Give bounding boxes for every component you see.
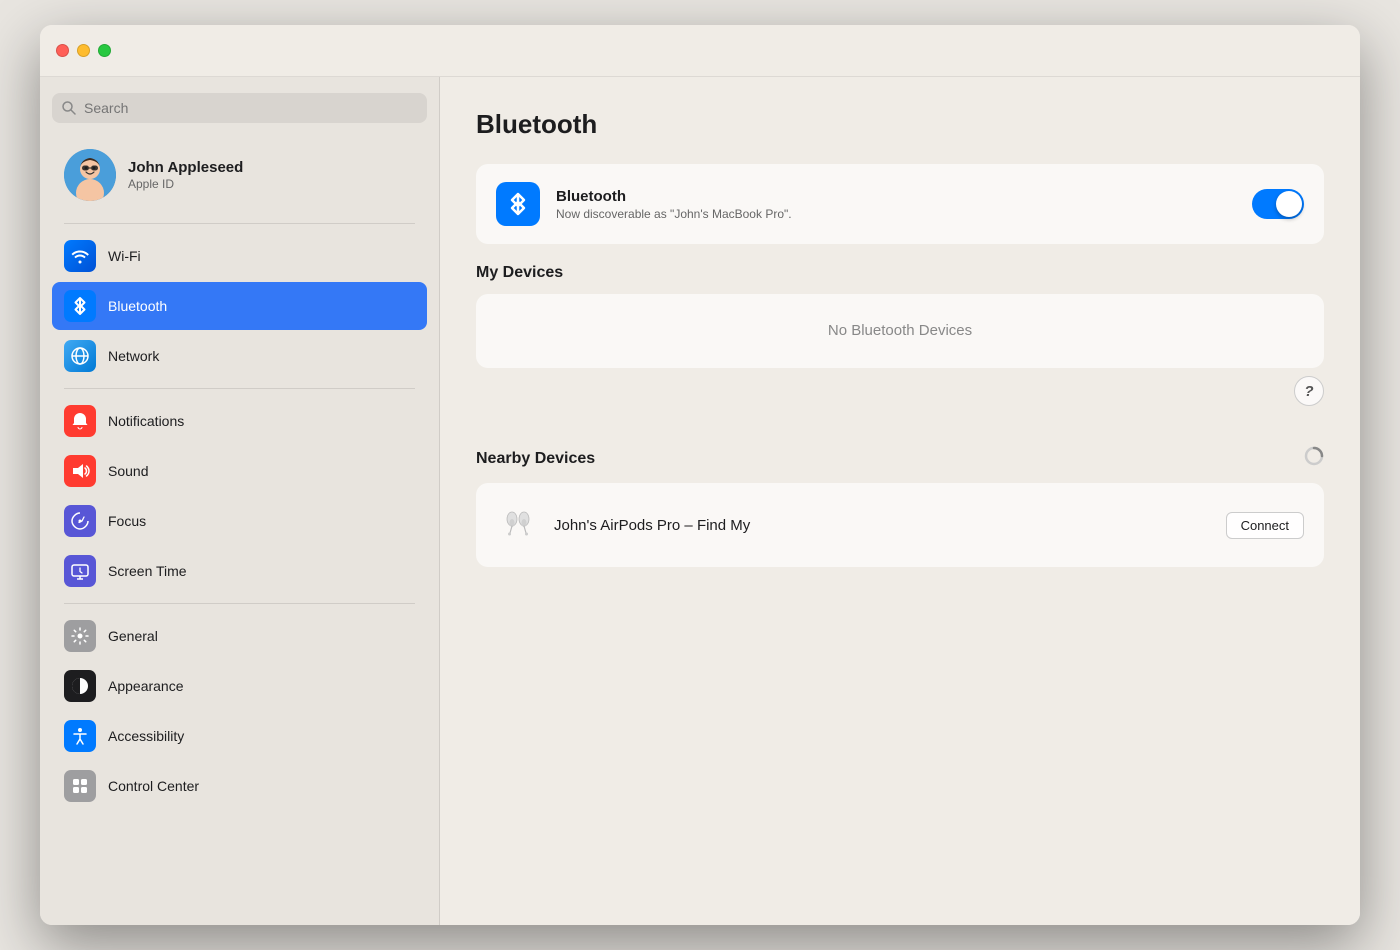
- bluetooth-toggle[interactable]: [1252, 189, 1304, 219]
- bluetooth-row: Bluetooth Now discoverable as "John's Ma…: [476, 164, 1324, 244]
- airpods-icon: [496, 499, 540, 551]
- screentime-icon: [64, 555, 96, 587]
- sidebar-item-label: Sound: [108, 463, 148, 479]
- sidebar-item-wifi[interactable]: Wi-Fi: [52, 232, 427, 280]
- sidebar-item-sound[interactable]: Sound: [52, 447, 427, 495]
- user-profile[interactable]: John Appleseed Apple ID: [52, 141, 427, 209]
- sidebar-item-label: General: [108, 628, 158, 644]
- bluetooth-card-title: Bluetooth: [556, 188, 1236, 205]
- sidebar-item-label: Focus: [108, 513, 146, 529]
- sound-icon: [64, 455, 96, 487]
- bluetooth-sidebar-icon: [64, 290, 96, 322]
- sidebar-item-bluetooth[interactable]: Bluetooth: [52, 282, 427, 330]
- sidebar-item-screentime[interactable]: Screen Time: [52, 547, 427, 595]
- search-icon: [62, 101, 76, 115]
- sidebar-divider-3: [64, 603, 415, 604]
- sidebar-item-network[interactable]: Network: [52, 332, 427, 380]
- controlcenter-icon: [64, 770, 96, 802]
- network-icon: [64, 340, 96, 372]
- nearby-devices-header: Nearby Devices: [476, 446, 1324, 471]
- focus-icon: [64, 505, 96, 537]
- notifications-icon: [64, 405, 96, 437]
- bluetooth-card: Bluetooth Now discoverable as "John's Ma…: [476, 164, 1324, 244]
- general-icon: [64, 620, 96, 652]
- nearby-devices-title: Nearby Devices: [476, 450, 1304, 468]
- my-devices-title: My Devices: [476, 264, 1324, 282]
- sidebar-item-label: Appearance: [108, 678, 184, 694]
- toggle-knob: [1276, 191, 1302, 217]
- main-layout: John Appleseed Apple ID Wi-Fi: [40, 77, 1360, 925]
- no-devices-box: No Bluetooth Devices: [476, 294, 1324, 368]
- close-button[interactable]: [56, 44, 69, 57]
- bluetooth-card-icon: [496, 182, 540, 226]
- sidebar-item-general[interactable]: General: [52, 612, 427, 660]
- sidebar-item-label: Accessibility: [108, 728, 184, 744]
- wifi-icon: [64, 240, 96, 272]
- accessibility-icon: [64, 720, 96, 752]
- sidebar-item-controlcenter[interactable]: Control Center: [52, 762, 427, 810]
- sidebar-item-label: Network: [108, 348, 159, 364]
- user-subtitle: Apple ID: [128, 177, 243, 191]
- appearance-icon: [64, 670, 96, 702]
- sidebar: John Appleseed Apple ID Wi-Fi: [40, 77, 440, 925]
- device-row: John's AirPods Pro – Find My Connect: [476, 483, 1324, 567]
- loading-spinner: [1304, 446, 1324, 471]
- sidebar-item-notifications[interactable]: Notifications: [52, 397, 427, 445]
- connect-button[interactable]: Connect: [1226, 512, 1304, 539]
- search-input[interactable]: [84, 100, 417, 116]
- search-bar[interactable]: [52, 93, 427, 123]
- user-info: John Appleseed Apple ID: [128, 159, 243, 191]
- sidebar-section-network: Wi-Fi Bluetooth: [52, 232, 427, 380]
- sidebar-divider-2: [64, 388, 415, 389]
- sidebar-section-system: Notifications Sound: [52, 397, 427, 595]
- avatar: [64, 149, 116, 201]
- sidebar-section-prefs: General Appearance: [52, 612, 427, 810]
- sidebar-item-focus[interactable]: Focus: [52, 497, 427, 545]
- maximize-button[interactable]: [98, 44, 111, 57]
- sidebar-divider-1: [64, 223, 415, 224]
- sidebar-item-label: Notifications: [108, 413, 184, 429]
- nearby-devices-card: John's AirPods Pro – Find My Connect: [476, 483, 1324, 567]
- traffic-lights: [56, 44, 111, 57]
- sidebar-item-accessibility[interactable]: Accessibility: [52, 712, 427, 760]
- system-preferences-window: John Appleseed Apple ID Wi-Fi: [40, 25, 1360, 925]
- sidebar-item-appearance[interactable]: Appearance: [52, 662, 427, 710]
- no-devices-label: No Bluetooth Devices: [828, 322, 972, 339]
- page-title: Bluetooth: [476, 109, 1324, 140]
- titlebar: [40, 25, 1360, 77]
- sidebar-item-label: Screen Time: [108, 563, 187, 579]
- sidebar-item-label: Bluetooth: [108, 298, 167, 314]
- sidebar-item-label: Control Center: [108, 778, 199, 794]
- content-area: Bluetooth Bluetooth Now discoverable as …: [440, 77, 1360, 925]
- bluetooth-text: Bluetooth Now discoverable as "John's Ma…: [556, 188, 1236, 221]
- sidebar-item-label: Wi-Fi: [108, 248, 141, 264]
- user-name: John Appleseed: [128, 159, 243, 176]
- bluetooth-card-description: Now discoverable as "John's MacBook Pro"…: [556, 207, 1236, 221]
- device-name: John's AirPods Pro – Find My: [554, 517, 1212, 534]
- minimize-button[interactable]: [77, 44, 90, 57]
- help-button[interactable]: ?: [1294, 376, 1324, 406]
